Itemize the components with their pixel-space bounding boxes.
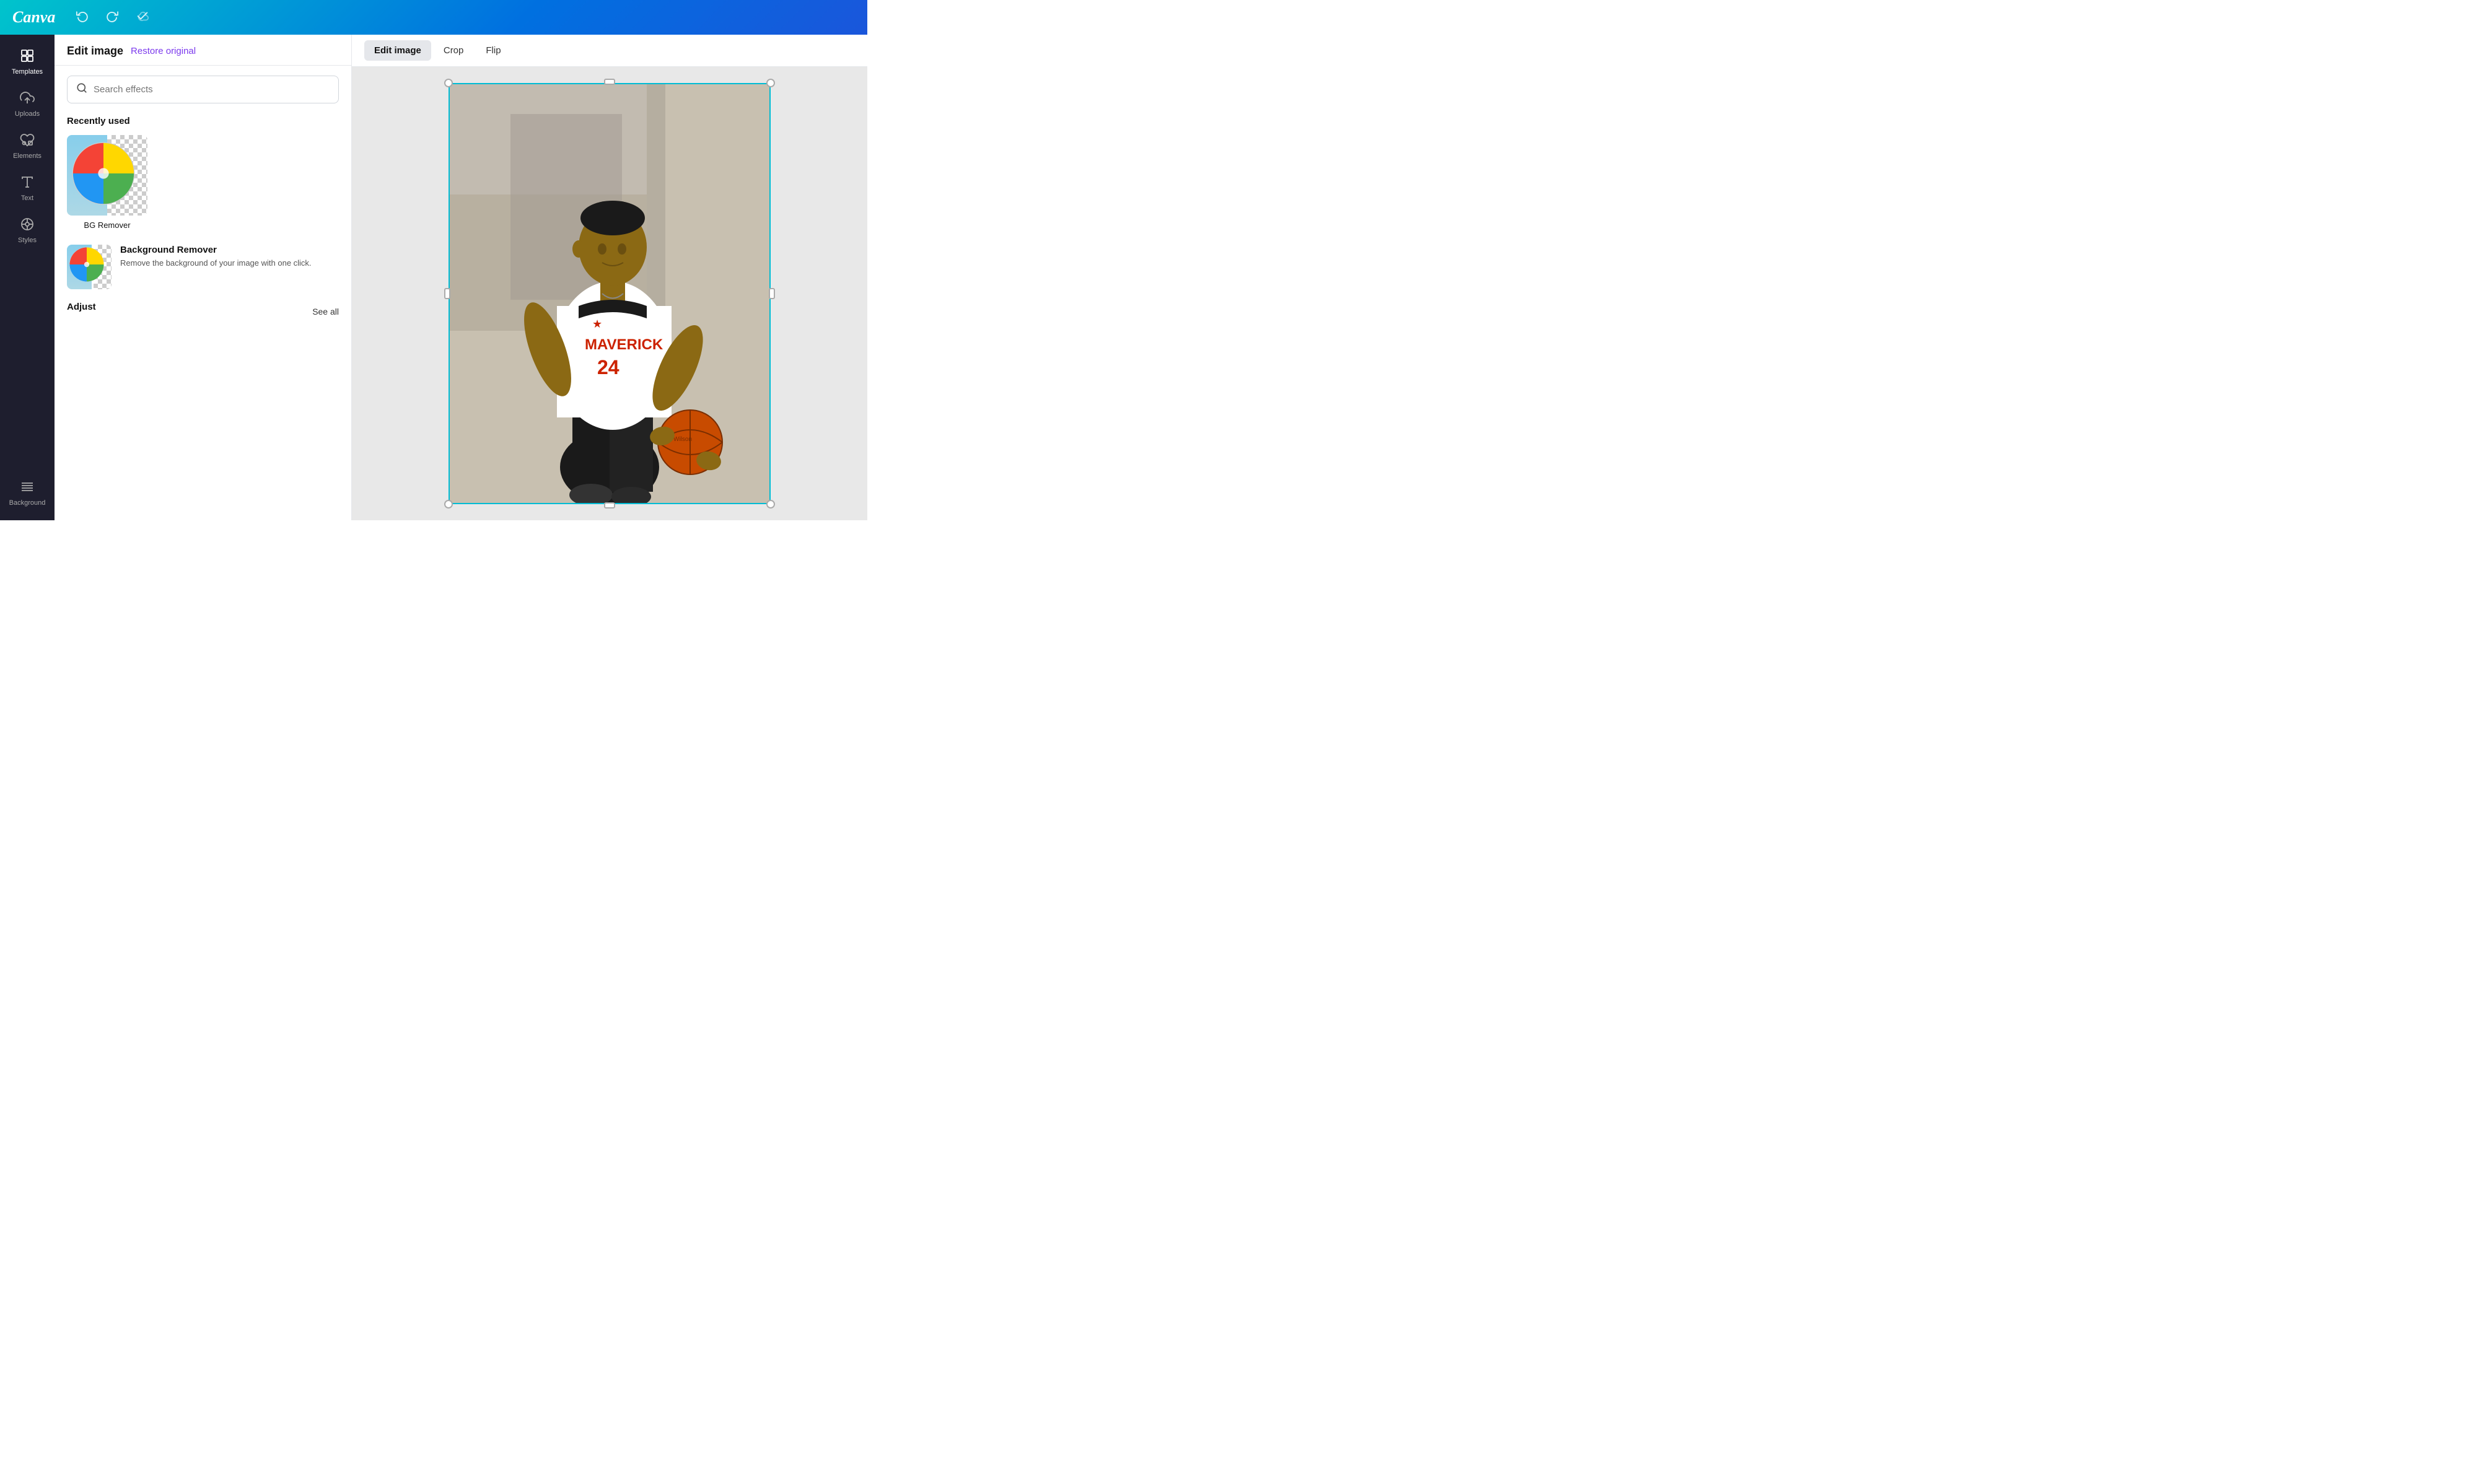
bg-remover-card[interactable]: BG Remover — [67, 135, 147, 230]
sidebar-item-uploads-label: Uploads — [15, 110, 40, 118]
recently-used-title: Recently used — [67, 116, 339, 126]
image-container[interactable]: MAVERICK 24 ★ — [449, 83, 771, 504]
background-remover-thumbnail — [67, 245, 112, 289]
tab-flip[interactable]: Flip — [476, 40, 510, 61]
svg-text:MAVERICK: MAVERICK — [585, 336, 663, 353]
panel-header-top: Edit image Restore original — [67, 45, 339, 58]
svg-text:24: 24 — [597, 356, 620, 378]
canvas-area: Edit image Crop Flip — [352, 35, 867, 520]
sidebar-item-elements-label: Elements — [13, 152, 42, 160]
panel-title: Edit image — [67, 45, 123, 58]
edit-panel: Edit image Restore original Recently use… — [55, 35, 352, 520]
restore-original-button[interactable]: Restore original — [131, 46, 196, 56]
styles-icon — [20, 217, 35, 234]
handle-top-middle[interactable] — [604, 79, 615, 85]
svg-text:Wilson: Wilson — [673, 436, 692, 443]
adjust-section-header: Adjust See all — [67, 302, 339, 321]
sidebar-item-background-label: Background — [9, 499, 46, 507]
templates-icon — [20, 48, 35, 66]
background-remover-name: Background Remover — [120, 245, 339, 255]
sidebar-item-elements[interactable]: Elements — [4, 126, 51, 166]
canvas-toolbar: Edit image Crop Flip — [352, 35, 867, 67]
tab-edit-image[interactable]: Edit image — [364, 40, 431, 61]
sidebar-item-templates-label: Templates — [12, 68, 43, 76]
beach-ball-small-icon — [68, 246, 105, 283]
sidebar-item-templates[interactable]: Templates — [4, 42, 51, 82]
canvas-viewport: MAVERICK 24 ★ — [352, 67, 867, 520]
handle-top-right[interactable] — [766, 79, 775, 87]
recently-used-section: Recently used — [67, 116, 339, 230]
canva-logo: Canva — [12, 8, 55, 27]
redo-button[interactable] — [102, 6, 122, 29]
search-icon — [76, 82, 87, 97]
search-box — [67, 76, 339, 103]
panel-content: Recently used — [55, 66, 351, 520]
panel-header: Edit image Restore original — [55, 35, 351, 66]
player-image: MAVERICK 24 ★ — [449, 83, 771, 504]
save-cloud-button[interactable] — [132, 6, 153, 30]
elements-icon — [20, 133, 35, 150]
background-remover-info: Background Remover Remove the background… — [120, 245, 339, 269]
sidebar-item-styles-label: Styles — [18, 237, 37, 244]
background-remover-desc: Remove the background of your image with… — [120, 258, 339, 269]
search-effects-input[interactable] — [94, 84, 330, 95]
undo-button[interactable] — [72, 6, 92, 29]
sidebar-item-text[interactable]: Text — [4, 168, 51, 208]
see-all-button[interactable]: See all — [312, 307, 339, 316]
uploads-icon — [20, 90, 35, 108]
sidebar-item-background[interactable]: Background — [4, 473, 51, 513]
left-sidebar: Templates Uploads Elements — [0, 35, 55, 520]
background-icon — [20, 479, 35, 497]
main-layout: Templates Uploads Elements — [0, 35, 867, 520]
tab-crop[interactable]: Crop — [434, 40, 474, 61]
adjust-title: Adjust — [67, 302, 96, 312]
sidebar-item-styles[interactable]: Styles — [4, 211, 51, 250]
svg-text:★: ★ — [592, 318, 602, 330]
sidebar-item-uploads[interactable]: Uploads — [4, 84, 51, 124]
text-icon — [20, 175, 35, 192]
handle-top-left[interactable] — [444, 79, 453, 87]
background-remover-item[interactable]: Background Remover Remove the background… — [67, 245, 339, 289]
bg-remover-thumbnail — [67, 135, 147, 216]
beach-ball-large-icon — [70, 140, 137, 207]
handle-middle-left[interactable] — [444, 288, 450, 299]
bg-remover-label: BG Remover — [84, 220, 130, 230]
handle-middle-right[interactable] — [769, 288, 775, 299]
handle-bottom-right[interactable] — [766, 500, 775, 508]
topbar: Canva — [0, 0, 867, 35]
sidebar-item-text-label: Text — [21, 194, 33, 202]
handle-bottom-middle[interactable] — [604, 502, 615, 508]
handle-bottom-left[interactable] — [444, 500, 453, 508]
